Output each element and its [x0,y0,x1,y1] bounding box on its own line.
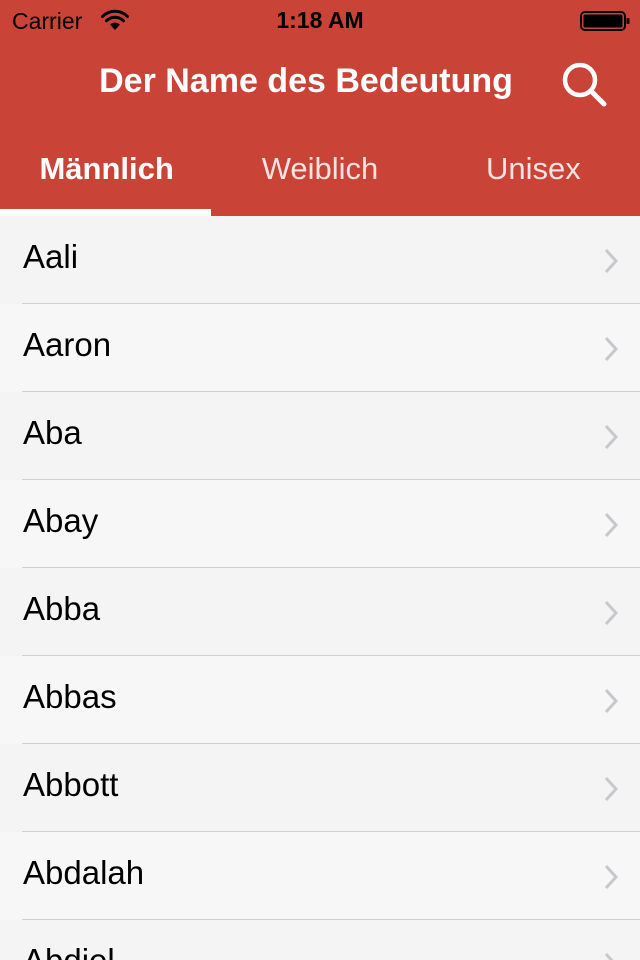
list-item[interactable]: Abbott [0,744,640,832]
list-item[interactable]: Abdiel [0,920,640,960]
chevron-right-icon [604,336,618,362]
list-item[interactable]: Aali [0,216,640,304]
list-item-label: Abdiel [23,942,115,960]
tab-label: Unisex [485,151,581,186]
tab-unisex[interactable]: Unisex [427,136,640,216]
list-item-label: Abbas [23,678,117,715]
chevron-right-icon [604,600,618,626]
list-item-label: Abay [23,502,99,539]
list-item[interactable]: Aaron [0,304,640,392]
names-list[interactable]: Aali Aaron Aba Abay Abba Abbas Abbott Ab… [0,216,640,960]
chevron-right-icon [604,864,618,890]
chevron-right-icon [604,688,618,714]
list-item-label: Abbott [23,766,119,803]
list-item[interactable]: Abbas [0,656,640,744]
list-item-label: Aali [23,238,79,275]
active-tab-indicator [0,209,211,216]
tab-label: Männlich [39,151,174,186]
list-item-label: Abba [23,590,101,627]
chevron-right-icon [604,424,618,450]
chevron-right-icon [604,776,618,802]
search-icon [562,62,607,107]
list-item[interactable]: Abay [0,480,640,568]
list-item-label: Abdalah [23,854,145,891]
list-item[interactable]: Abba [0,568,640,656]
search-button[interactable] [556,56,612,112]
tab-bar: Männlich Weiblich Unisex [0,136,640,216]
status-bar: Carrier 1:18 AM [0,0,640,40]
chevron-right-icon [604,248,618,274]
chevron-right-icon [604,512,618,538]
battery-icon [580,11,630,31]
chevron-right-icon [604,952,614,960]
status-time: 1:18 AM [276,7,364,33]
list-item-label: Aba [23,414,82,451]
page-title: Der Name des Bedeutung [99,62,513,100]
list-item-label: Aaron [23,326,112,363]
list-item[interactable]: Abdalah [0,832,640,920]
tab-label: Weiblich [261,151,379,186]
list-item[interactable]: Aba [0,392,640,480]
tab-maennlich[interactable]: Männlich [0,136,213,216]
tab-weiblich[interactable]: Weiblich [213,136,426,216]
